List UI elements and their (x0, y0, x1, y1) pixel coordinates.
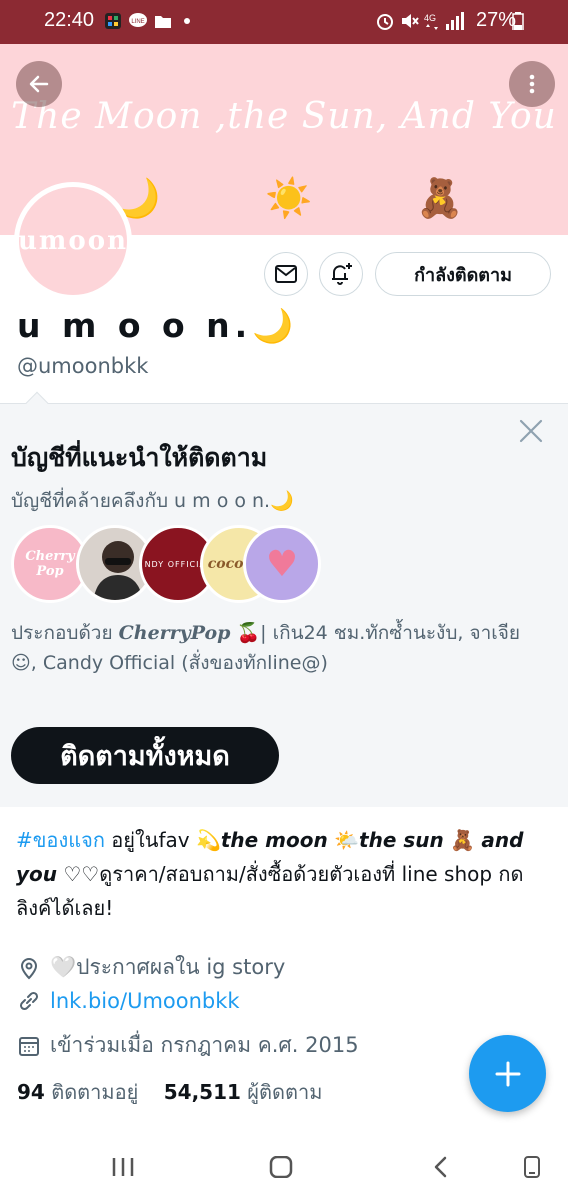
bio-em-1: the moon (220, 828, 328, 852)
recent-apps-icon[interactable] (111, 1156, 135, 1178)
suggested-avatar-heart-store[interactable]: ♥ (243, 525, 321, 603)
suggested-title: บัญชีที่แนะนำให้ติดตาม (11, 443, 268, 472)
dot-icon (184, 18, 190, 24)
battery-percent: 27% (475, 9, 516, 31)
back-nav-icon[interactable] (431, 1156, 451, 1178)
suggested-subtitle: บัญชีที่คล้ายคลึงกับ u m o o n.🌙 (11, 490, 294, 512)
following-button[interactable]: กำลังติดตาม (375, 252, 551, 296)
alarm-icon (377, 14, 393, 30)
close-icon[interactable] (518, 418, 544, 444)
notifications-button[interactable] (319, 252, 363, 296)
line-icon: LINE (129, 13, 147, 27)
bio-text-2: 🌤️ (327, 828, 360, 852)
banner-sun-emoji: ☀️ (265, 176, 313, 220)
location-pin-icon (20, 957, 38, 979)
profile-avatar[interactable]: umoon (14, 182, 132, 300)
banner-bear-emoji: 🧸 (416, 176, 464, 220)
profile-bio: #ของแจก อยู่ในfav 💫the moon 🌤️the sun 🧸 … (16, 823, 546, 925)
keyboard-toggle-icon[interactable] (522, 1156, 542, 1180)
link-icon (19, 991, 39, 1011)
calendar-icon (19, 1036, 39, 1056)
4g-icon: 4G (424, 13, 438, 30)
avatar-text: umoon (18, 226, 129, 256)
message-button[interactable] (264, 252, 308, 296)
display-name-emoji: 🌙 (252, 306, 294, 345)
location-row: 🤍ประกาศผลใน ig story (18, 951, 285, 984)
status-bar: 22:40 LINE 4G 27% (0, 0, 568, 44)
back-button[interactable] (16, 61, 62, 107)
folder-icon (155, 16, 171, 28)
bio-em-2: the sun (359, 828, 444, 852)
banner-script-text: The Moon ,the Sun, And You (11, 96, 557, 137)
mute-icon (402, 14, 419, 28)
desc-bold-name: CherryPop (118, 622, 231, 644)
plus-icon (495, 1061, 520, 1086)
compose-tweet-button[interactable] (469, 1035, 546, 1112)
bio-text-4: ♡♡ดูราคา/สอบถาม/สั่งซื้อด้วยตัวเองที่ li… (16, 862, 524, 920)
more-options-button[interactable] (509, 61, 555, 107)
svg-text:4G: 4G (424, 13, 436, 23)
envelope-icon (275, 265, 297, 283)
website-link[interactable]: lnk.bio/Umoonbkk (50, 989, 240, 1013)
display-name: u m o o n.🌙 (17, 306, 293, 346)
grid-app-icon (105, 13, 121, 29)
location-text: 🤍ประกาศผลใน ig story (50, 955, 286, 979)
joined-row: เข้าร่วมเมื่อ กรกฎาคม ค.ศ. 2015 (18, 1029, 359, 1062)
status-time: 22:40 (44, 9, 95, 31)
signal-icon (446, 12, 464, 30)
followers-label: ผู้ติดตาม (240, 1080, 323, 1104)
joined-text: เข้าร่วมเมื่อ กรกฎาคม ค.ศ. 2015 (50, 1033, 359, 1057)
following-label: ติดตามอยู่ (44, 1080, 139, 1104)
svg-text:LINE: LINE (131, 19, 144, 25)
follow-counts: 94 ติดตามอยู่ 54,511 ผู้ติดตาม (17, 1076, 322, 1108)
following-count: 94 (17, 1080, 45, 1104)
bio-text-1: อยู่ในfav 💫 (104, 828, 221, 852)
android-nav-bar (0, 1138, 568, 1200)
profile-handle: @umoonbkk (17, 354, 149, 378)
desc-prefix: ประกอบด้วย (11, 622, 119, 644)
more-vertical-icon (529, 74, 535, 94)
home-icon[interactable] (269, 1156, 293, 1178)
suggested-description: ประกอบด้วย CherryPop 🍒| เกิน24 ชม.ทักซ้ำ… (11, 618, 551, 678)
battery-icon (512, 12, 524, 30)
followers-count: 54,511 (163, 1080, 241, 1104)
bio-text-3: 🧸 (443, 828, 482, 852)
follow-all-button[interactable]: ติดตามทั้งหมด (11, 727, 279, 784)
following-count-link[interactable]: 94 ติดตามอยู่ (17, 1080, 138, 1104)
bell-plus-icon (332, 263, 352, 285)
arrow-left-icon (29, 75, 49, 93)
website-row: lnk.bio/Umoonbkk (18, 989, 240, 1013)
followers-count-link[interactable]: 54,511 ผู้ติดตาม (164, 1080, 323, 1104)
bio-hashtag-link[interactable]: #ของแจก (16, 828, 105, 852)
display-name-text: u m o o n. (17, 306, 253, 345)
